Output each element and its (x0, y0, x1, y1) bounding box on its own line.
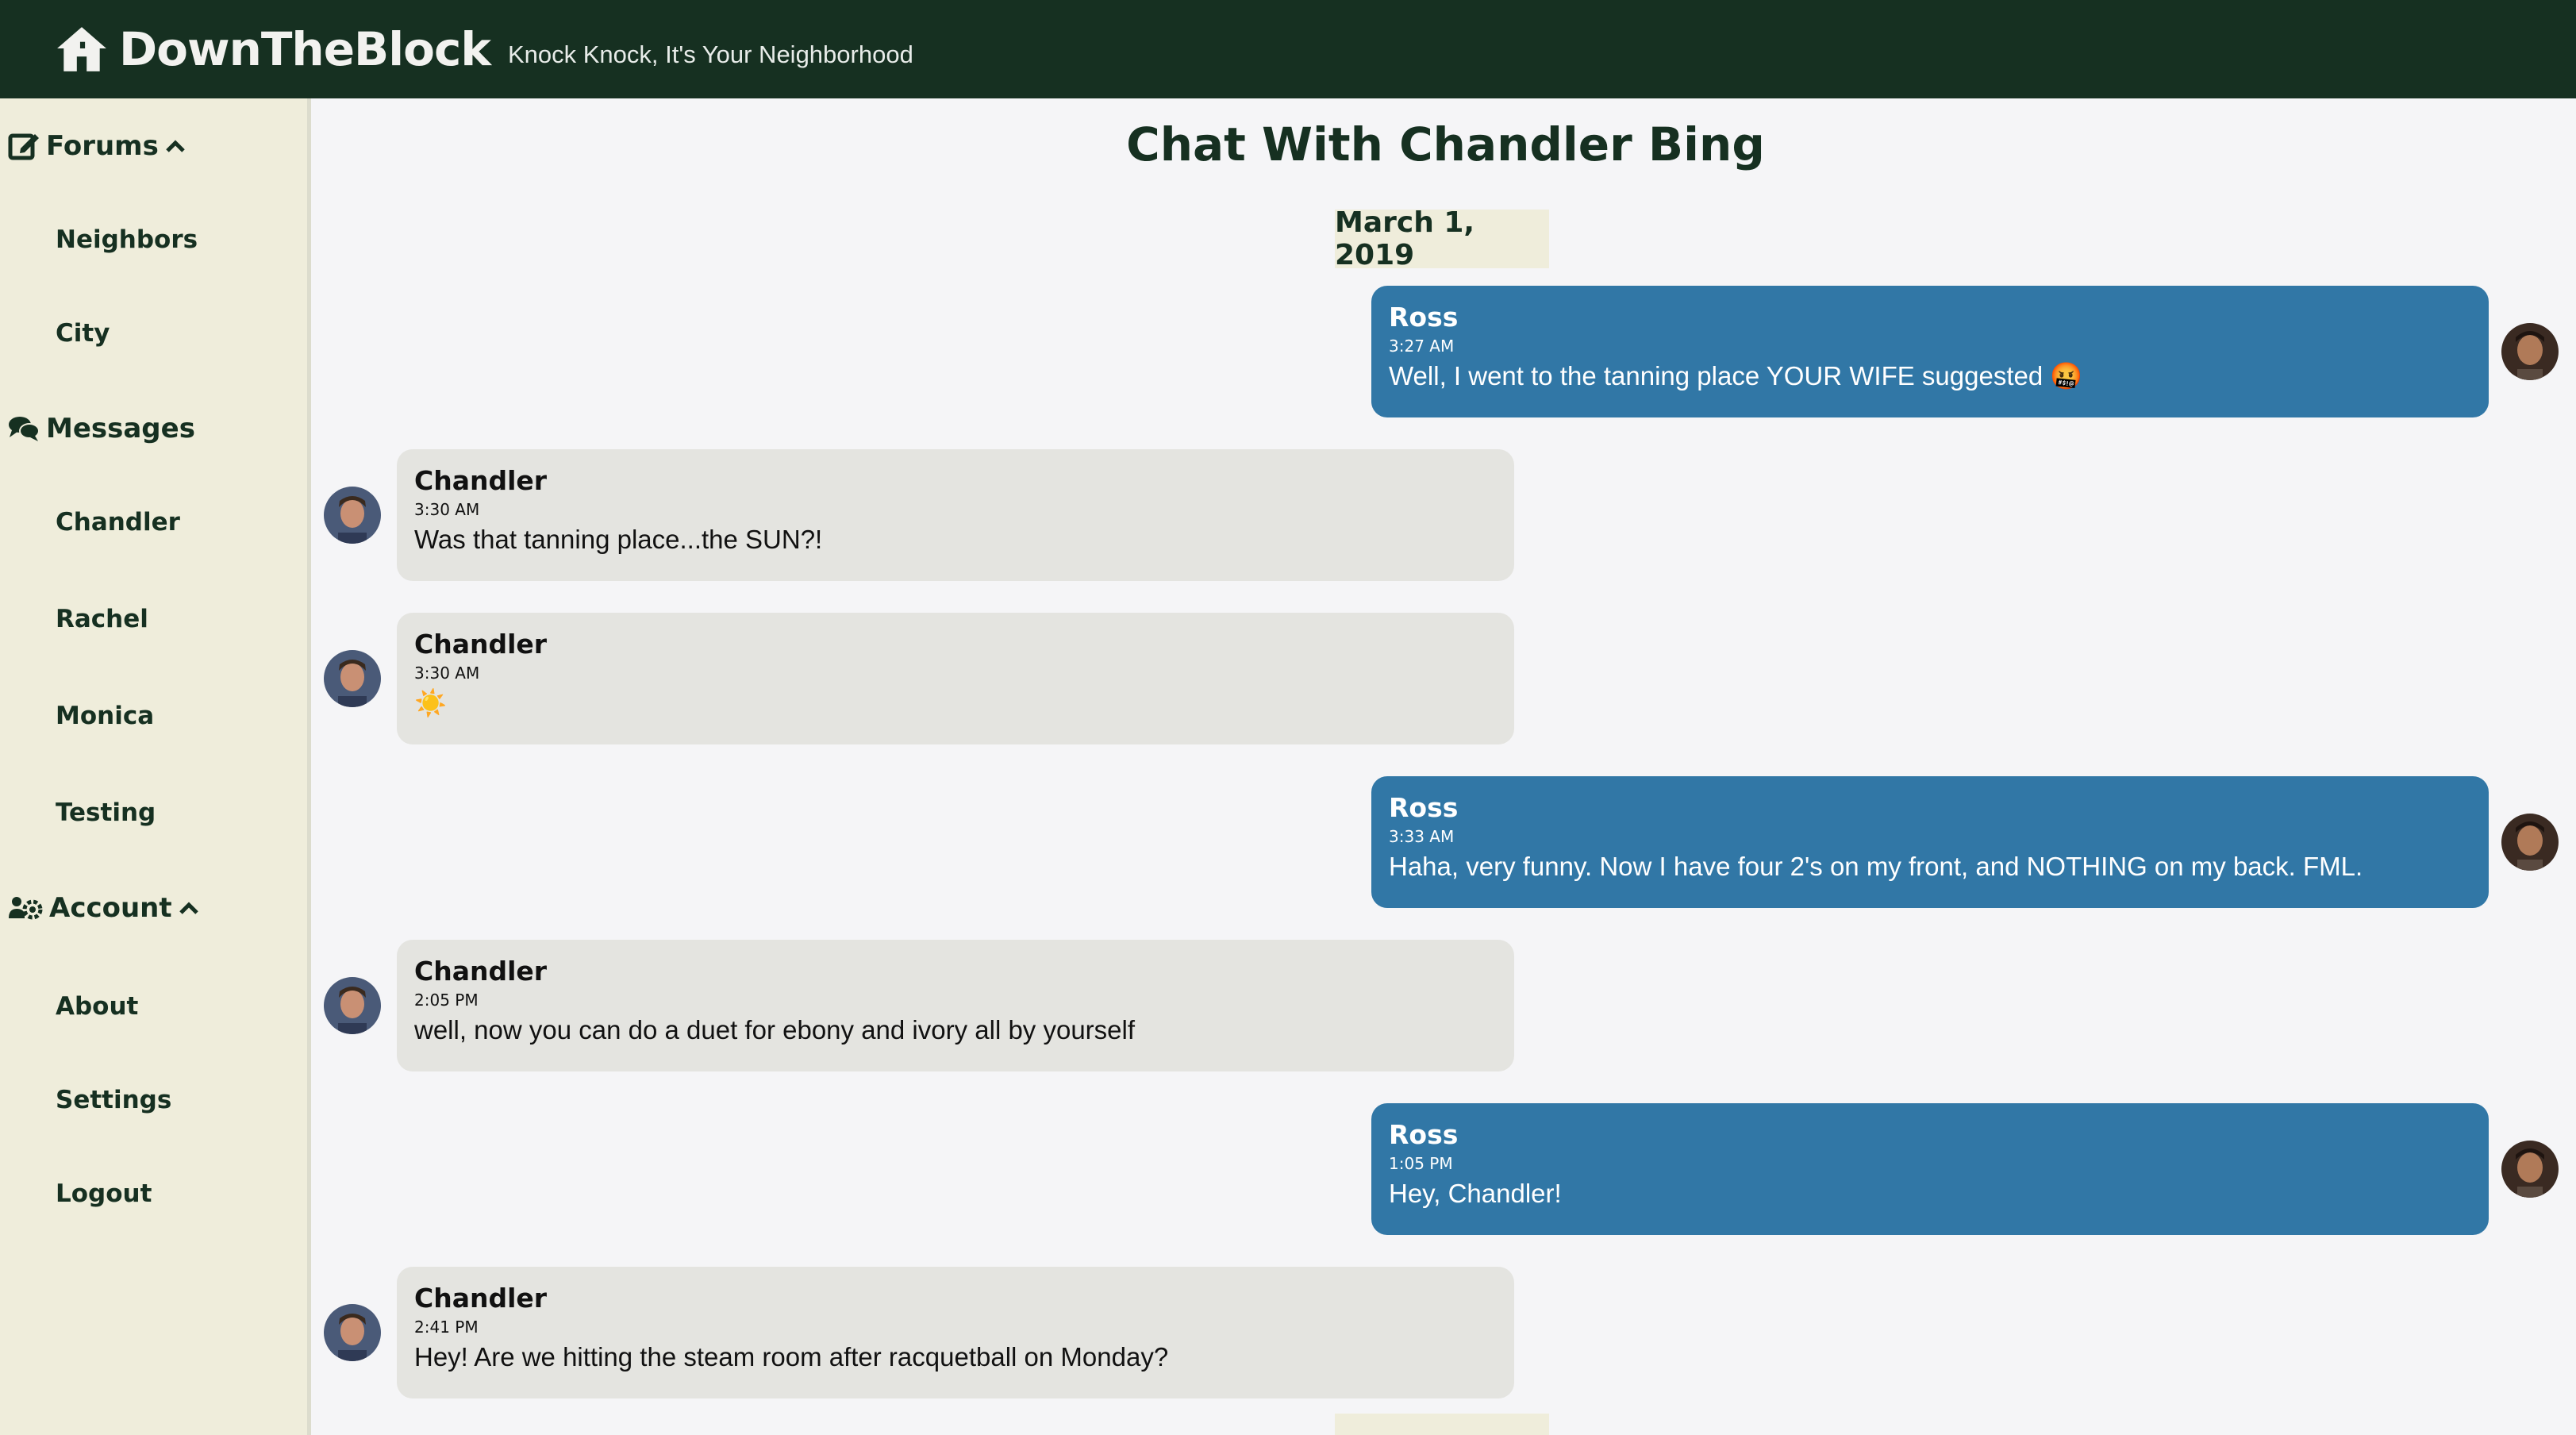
sidebar-section-label: Forums (46, 130, 159, 162)
avatar[interactable] (2501, 814, 2559, 871)
chat-panel: Chat With Chandler Bing March 1, 2019 Ro… (315, 98, 2576, 1435)
message-bubble-ross: Ross 1:05 PM Hey, Chandler! (1371, 1103, 2489, 1235)
chevron-up-icon (166, 140, 185, 152)
message-bubble-ross: Ross 3:33 AM Haha, very funny. Now I hav… (1371, 776, 2489, 908)
message-time: 2:41 PM (414, 1318, 479, 1337)
avatar[interactable] (324, 487, 381, 544)
message-sender: Chandler (414, 1283, 548, 1314)
sidebar-section-label: Messages (46, 413, 195, 444)
message-sender: Ross (1389, 792, 1459, 823)
sidebar-item-chandler[interactable]: Chandler (56, 508, 180, 537)
message-sender: Chandler (414, 956, 548, 987)
message-time: 3:30 AM (414, 500, 480, 519)
edit-icon (8, 133, 39, 160)
chevron-up-icon (179, 902, 198, 914)
chat-icon (9, 417, 40, 441)
sidebar: Forums Neighbors City Messages Chandler … (0, 98, 311, 1435)
message-text: Was that tanning place...the SUN?! (414, 525, 823, 554)
avatar[interactable] (2501, 1141, 2559, 1198)
top-header: DownTheBlock Knock Knock, It's Your Neig… (0, 0, 2576, 98)
message-sender: Chandler (414, 465, 548, 496)
sidebar-item-testing[interactable]: Testing (56, 798, 156, 827)
sidebar-item-settings[interactable]: Settings (56, 1086, 171, 1114)
message-bubble-ross: Ross 3:27 AM Well, I went to the tanning… (1371, 286, 2489, 417)
date-divider (1335, 1414, 1549, 1435)
sidebar-section-label: Account (49, 892, 172, 924)
message-text: ☀️ (414, 688, 448, 718)
message-bubble-chandler: Chandler 2:41 PM Hey! Are we hitting the… (397, 1267, 1514, 1398)
message-bubble-chandler: Chandler 2:05 PM well, now you can do a … (397, 940, 1514, 1071)
message-time: 3:30 AM (414, 664, 480, 683)
message-sender: Chandler (414, 629, 548, 660)
sidebar-item-rachel[interactable]: Rachel (56, 605, 148, 633)
home-icon (57, 27, 106, 71)
sidebar-section-messages[interactable]: Messages (8, 413, 195, 444)
message-text: Hey, Chandler! (1389, 1179, 1562, 1208)
avatar[interactable] (324, 977, 381, 1034)
message-text: Hey! Are we hitting the steam room after… (414, 1342, 1169, 1372)
message-time: 3:27 AM (1389, 337, 1455, 356)
message-sender: Ross (1389, 302, 1459, 333)
date-divider: March 1, 2019 (1335, 206, 1549, 271)
avatar[interactable] (324, 650, 381, 707)
brand-name[interactable]: DownTheBlock (119, 22, 491, 76)
brand-tagline: Knock Knock, It's Your Neighborhood (507, 40, 913, 68)
sidebar-item-about[interactable]: About (56, 992, 138, 1021)
sidebar-item-city[interactable]: City (56, 319, 110, 348)
message-time: 3:33 AM (1389, 827, 1455, 846)
message-time: 2:05 PM (414, 991, 479, 1010)
page-title: Chat With Chandler Bing (1126, 117, 1765, 171)
message-bubble-chandler: Chandler 3:30 AM Was that tanning place.… (397, 449, 1514, 581)
message-bubble-chandler: Chandler 3:30 AM ☀️ (397, 613, 1514, 744)
message-time: 1:05 PM (1389, 1154, 1453, 1173)
sidebar-item-monica[interactable]: Monica (56, 702, 154, 730)
sidebar-section-account[interactable]: Account (8, 892, 199, 924)
sidebar-section-forums[interactable]: Forums (8, 130, 186, 162)
message-text: Well, I went to the tanning place YOUR W… (1389, 361, 2083, 390)
sidebar-item-logout[interactable]: Logout (56, 1179, 152, 1208)
message-sender: Ross (1389, 1119, 1459, 1150)
message-text: Haha, very funny. Now I have four 2's on… (1389, 852, 2363, 881)
message-text: well, now you can do a duet for ebony an… (414, 1015, 1136, 1045)
sidebar-item-neighbors[interactable]: Neighbors (56, 225, 198, 254)
avatar[interactable] (2501, 323, 2559, 380)
avatar[interactable] (324, 1304, 381, 1361)
users-cog-icon (9, 897, 43, 920)
